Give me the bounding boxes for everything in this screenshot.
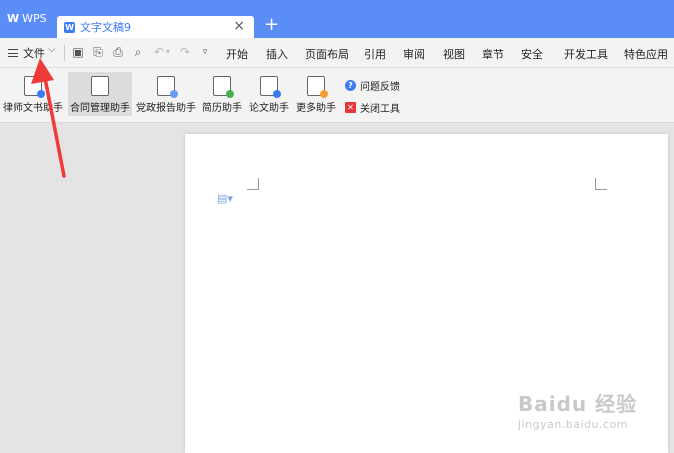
- print-icon[interactable]: ⎙: [111, 44, 125, 60]
- hamburger-menu-icon[interactable]: [8, 46, 18, 59]
- menu-item-start[interactable]: 开始: [226, 46, 248, 62]
- redo-icon[interactable]: ↷: [178, 44, 192, 60]
- menu-item-view[interactable]: 视图: [443, 46, 465, 62]
- more-assistants-button[interactable]: 更多助手: [294, 72, 338, 116]
- customize-toolbar-icon[interactable]: ▿: [198, 44, 212, 60]
- lawyer-doc-icon: [24, 76, 45, 98]
- help-icon: ?: [345, 80, 356, 91]
- document-tab-title: 文字文稿9: [80, 21, 131, 34]
- contract-assistant-button[interactable]: 合同管理助手: [68, 72, 132, 116]
- paragraph-options-icon[interactable]: ▤▾: [217, 192, 233, 205]
- chevron-down-icon[interactable]: ⌵: [48, 44, 56, 55]
- feedback-button[interactable]: ? 问题反馈: [345, 78, 400, 93]
- more-assistants-label: 更多助手: [296, 103, 336, 114]
- margin-corner-top-left: [247, 178, 259, 190]
- menu-item-special[interactable]: 特色应用: [624, 46, 668, 62]
- thesis-assistant-label: 论文助手: [249, 103, 289, 114]
- lawyer-assistant-button[interactable]: 律师文书助手: [3, 72, 63, 116]
- contract-assistant-label: 合同管理助手: [70, 103, 130, 114]
- report-doc-icon: [157, 76, 178, 98]
- writer-doc-icon: W: [64, 21, 75, 33]
- ribbon-toolbar: 律师文书助手 合同管理助手 党政报告助手 简历助手 论文助手 更多助手 ? 问题…: [0, 68, 674, 123]
- app-logo[interactable]: W WPS: [7, 12, 47, 25]
- divider: [64, 45, 65, 61]
- feedback-label: 问题反馈: [360, 82, 400, 93]
- menu-item-page-layout[interactable]: 页面布局: [305, 46, 349, 62]
- document-tab[interactable]: W 文字文稿9 ×: [57, 16, 254, 38]
- close-box-icon: ✕: [345, 102, 356, 113]
- app-name: WPS: [22, 12, 47, 25]
- resume-assistant-label: 简历助手: [202, 103, 242, 114]
- thesis-assistant-button[interactable]: 论文助手: [247, 72, 291, 116]
- party-report-assistant-label: 党政报告助手: [136, 103, 196, 114]
- resume-doc-icon: [213, 76, 234, 98]
- format-painter-icon[interactable]: ⎘: [91, 44, 105, 60]
- more-apps-icon: [307, 76, 328, 98]
- menu-bar: 文件 ⌵ ▣ ⎘ ⎙ ⌕ ↶ ▾ ↷ ▿ 开始 插入 页面布局 引用 审阅 视图…: [0, 38, 674, 68]
- close-tab-icon[interactable]: ×: [233, 18, 245, 34]
- baidu-watermark: Baidu 经验 jingyan.baidu.com: [518, 388, 637, 431]
- watermark-url: jingyan.baidu.com: [518, 418, 629, 431]
- contract-doc-icon: [91, 76, 109, 96]
- thesis-doc-icon: [260, 76, 281, 98]
- wps-logo-icon: W: [7, 12, 20, 25]
- margin-corner-top-right: [595, 178, 607, 190]
- title-bar: W WPS W 文字文稿9 × +: [0, 0, 674, 38]
- close-tool-label: 关闭工具: [360, 104, 400, 115]
- undo-dropdown-icon[interactable]: ▾: [164, 44, 172, 60]
- watermark-brand: Baidu 经验: [518, 392, 638, 416]
- new-tab-button[interactable]: +: [264, 15, 279, 35]
- menu-item-insert[interactable]: 插入: [266, 46, 288, 62]
- menu-item-developer[interactable]: 开发工具: [564, 46, 608, 62]
- menu-item-security[interactable]: 安全: [521, 46, 543, 62]
- menu-item-references[interactable]: 引用: [364, 46, 386, 62]
- save-icon[interactable]: ▣: [71, 44, 85, 60]
- close-tool-button[interactable]: ✕ 关闭工具: [345, 100, 400, 115]
- menu-item-review[interactable]: 审阅: [403, 46, 425, 62]
- resume-assistant-button[interactable]: 简历助手: [200, 72, 244, 116]
- print-preview-icon[interactable]: ⌕: [131, 44, 145, 60]
- lawyer-assistant-label: 律师文书助手: [3, 103, 63, 114]
- party-report-assistant-button[interactable]: 党政报告助手: [135, 72, 197, 116]
- file-menu[interactable]: 文件: [23, 45, 45, 61]
- menu-item-chapter[interactable]: 章节: [482, 46, 504, 62]
